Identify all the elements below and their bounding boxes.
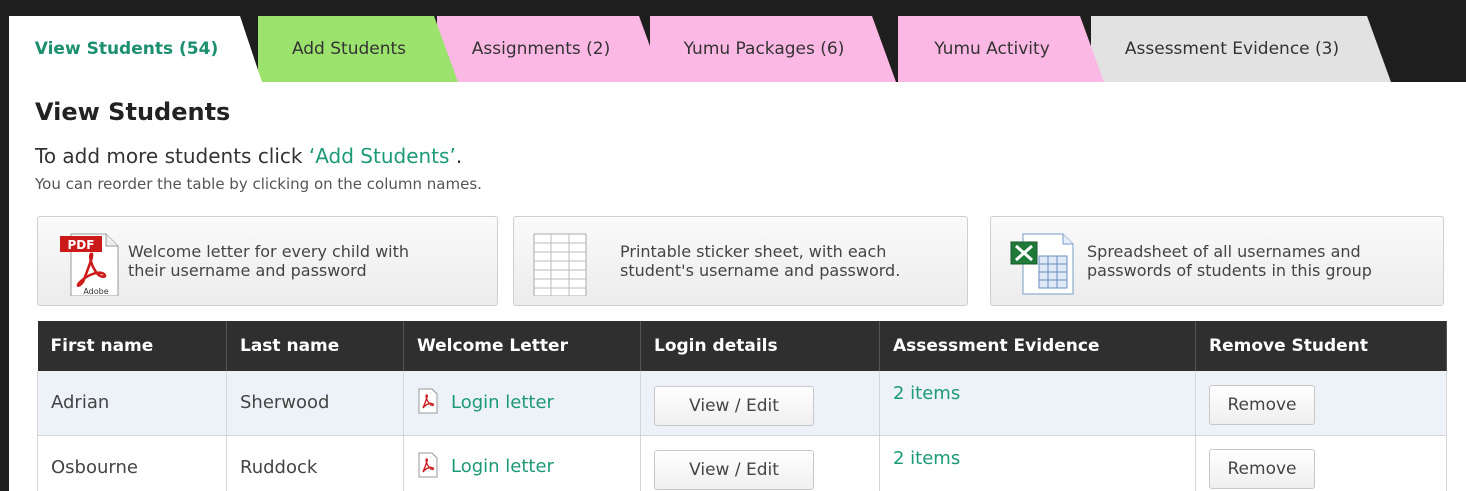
download-line: Spreadsheet of all usernames and — [1087, 242, 1361, 261]
remove-student-cell: Remove — [1195, 435, 1447, 491]
tab-label: Assignments (2) — [471, 39, 611, 59]
column-header-welcome-letter[interactable]: Welcome Letter — [403, 321, 641, 371]
page-title: View Students — [35, 98, 231, 126]
assessment-evidence-cell: 2 items — [879, 435, 1196, 491]
last-name-cell: Ruddock — [226, 435, 404, 491]
table-row: Osbourne Ruddock Login letter View / Edi… — [37, 435, 1447, 491]
download-line: their username and password — [128, 261, 367, 280]
add-students-link[interactable]: ‘Add Students’ — [309, 144, 456, 168]
tab-yumu-packages[interactable]: Yumu Packages (6) — [650, 16, 896, 82]
remove-student-cell: Remove — [1195, 371, 1447, 436]
spreadsheet-download-button[interactable]: Spreadsheet of all usernames and passwor… — [990, 216, 1444, 306]
welcome-letter-cell: Login letter — [403, 371, 641, 436]
excel-spreadsheet-icon — [991, 226, 1081, 296]
sticker-sheet-download-button[interactable]: Printable sticker sheet, with each stude… — [513, 216, 968, 306]
first-name-cell: Adrian — [37, 371, 227, 436]
tab-yumu-activity[interactable]: Yumu Activity — [898, 16, 1104, 82]
download-description: Welcome letter for every child with thei… — [128, 242, 409, 280]
intro-suffix: . — [455, 144, 463, 168]
tab-assessment-evidence[interactable]: Assessment Evidence (3) — [1091, 16, 1391, 82]
welcome-letter-download-button[interactable]: PDF Adobe Welcome letter for every child… — [37, 216, 498, 306]
intro-text: To add more students click ‘Add Students… — [35, 144, 462, 168]
intro-prefix: To add more students click — [35, 144, 309, 168]
download-description: Spreadsheet of all usernames and passwor… — [1087, 242, 1372, 280]
evidence-items-link[interactable]: 2 items — [893, 383, 960, 404]
login-letter-link[interactable]: Login letter — [451, 392, 554, 413]
column-header-remove-student[interactable]: Remove Student — [1195, 321, 1447, 371]
main-content: View Students To add more students click… — [9, 82, 1466, 491]
tab-view-students[interactable]: View Students (54) — [9, 16, 262, 82]
svg-text:Adobe: Adobe — [83, 287, 108, 296]
tab-label: View Students (54) — [34, 39, 219, 59]
tab-add-students[interactable]: Add Students — [258, 16, 458, 82]
table-header-row: First name Last name Welcome Letter Logi… — [37, 321, 1447, 371]
first-name-cell: Osbourne — [37, 435, 227, 491]
svg-text:PDF: PDF — [68, 238, 95, 252]
pdf-file-icon — [417, 452, 439, 478]
table-row: Adrian Sherwood Login letter View / Edit… — [37, 371, 1447, 436]
last-name-cell: Sherwood — [226, 371, 404, 436]
students-table: First name Last name Welcome Letter Logi… — [37, 321, 1447, 491]
column-header-login-details[interactable]: Login details — [640, 321, 880, 371]
tab-bar: View Students (54) Add Students Assignme… — [9, 16, 1466, 82]
login-details-cell: View / Edit — [640, 435, 880, 491]
evidence-items-link[interactable]: 2 items — [893, 448, 960, 469]
download-line: student's username and password. — [620, 261, 901, 280]
column-header-assessment-evidence[interactable]: Assessment Evidence — [879, 321, 1196, 371]
column-header-first-name[interactable]: First name — [37, 321, 227, 371]
download-line: passwords of students in this group — [1087, 261, 1372, 280]
welcome-letter-cell: Login letter — [403, 435, 641, 491]
tab-label: Assessment Evidence (3) — [1124, 39, 1340, 59]
remove-button[interactable]: Remove — [1209, 449, 1315, 489]
download-description: Printable sticker sheet, with each stude… — [620, 242, 900, 280]
download-line: Welcome letter for every child with — [128, 242, 410, 261]
tab-label: Add Students — [291, 39, 407, 59]
tab-assignments[interactable]: Assignments (2) — [437, 16, 663, 82]
pdf-file-icon — [417, 388, 439, 414]
login-letter-link[interactable]: Login letter — [451, 456, 554, 477]
remove-button[interactable]: Remove — [1209, 384, 1315, 425]
download-line: Printable sticker sheet, with each — [620, 242, 887, 261]
tab-label: Yumu Activity — [934, 39, 1050, 59]
pdf-adobe-icon: PDF Adobe — [38, 226, 128, 297]
view-edit-button[interactable]: View / Edit — [654, 385, 814, 426]
app-frame: View Students (54) Add Students Assignme… — [9, 8, 1466, 491]
sticker-sheet-icon — [514, 226, 604, 297]
view-edit-button[interactable]: View / Edit — [654, 450, 814, 490]
tab-label: Yumu Packages (6) — [683, 39, 845, 59]
column-header-last-name[interactable]: Last name — [226, 321, 404, 371]
reorder-hint: You can reorder the table by clicking on… — [35, 175, 482, 193]
assessment-evidence-cell: 2 items — [879, 371, 1196, 436]
login-details-cell: View / Edit — [640, 371, 880, 436]
